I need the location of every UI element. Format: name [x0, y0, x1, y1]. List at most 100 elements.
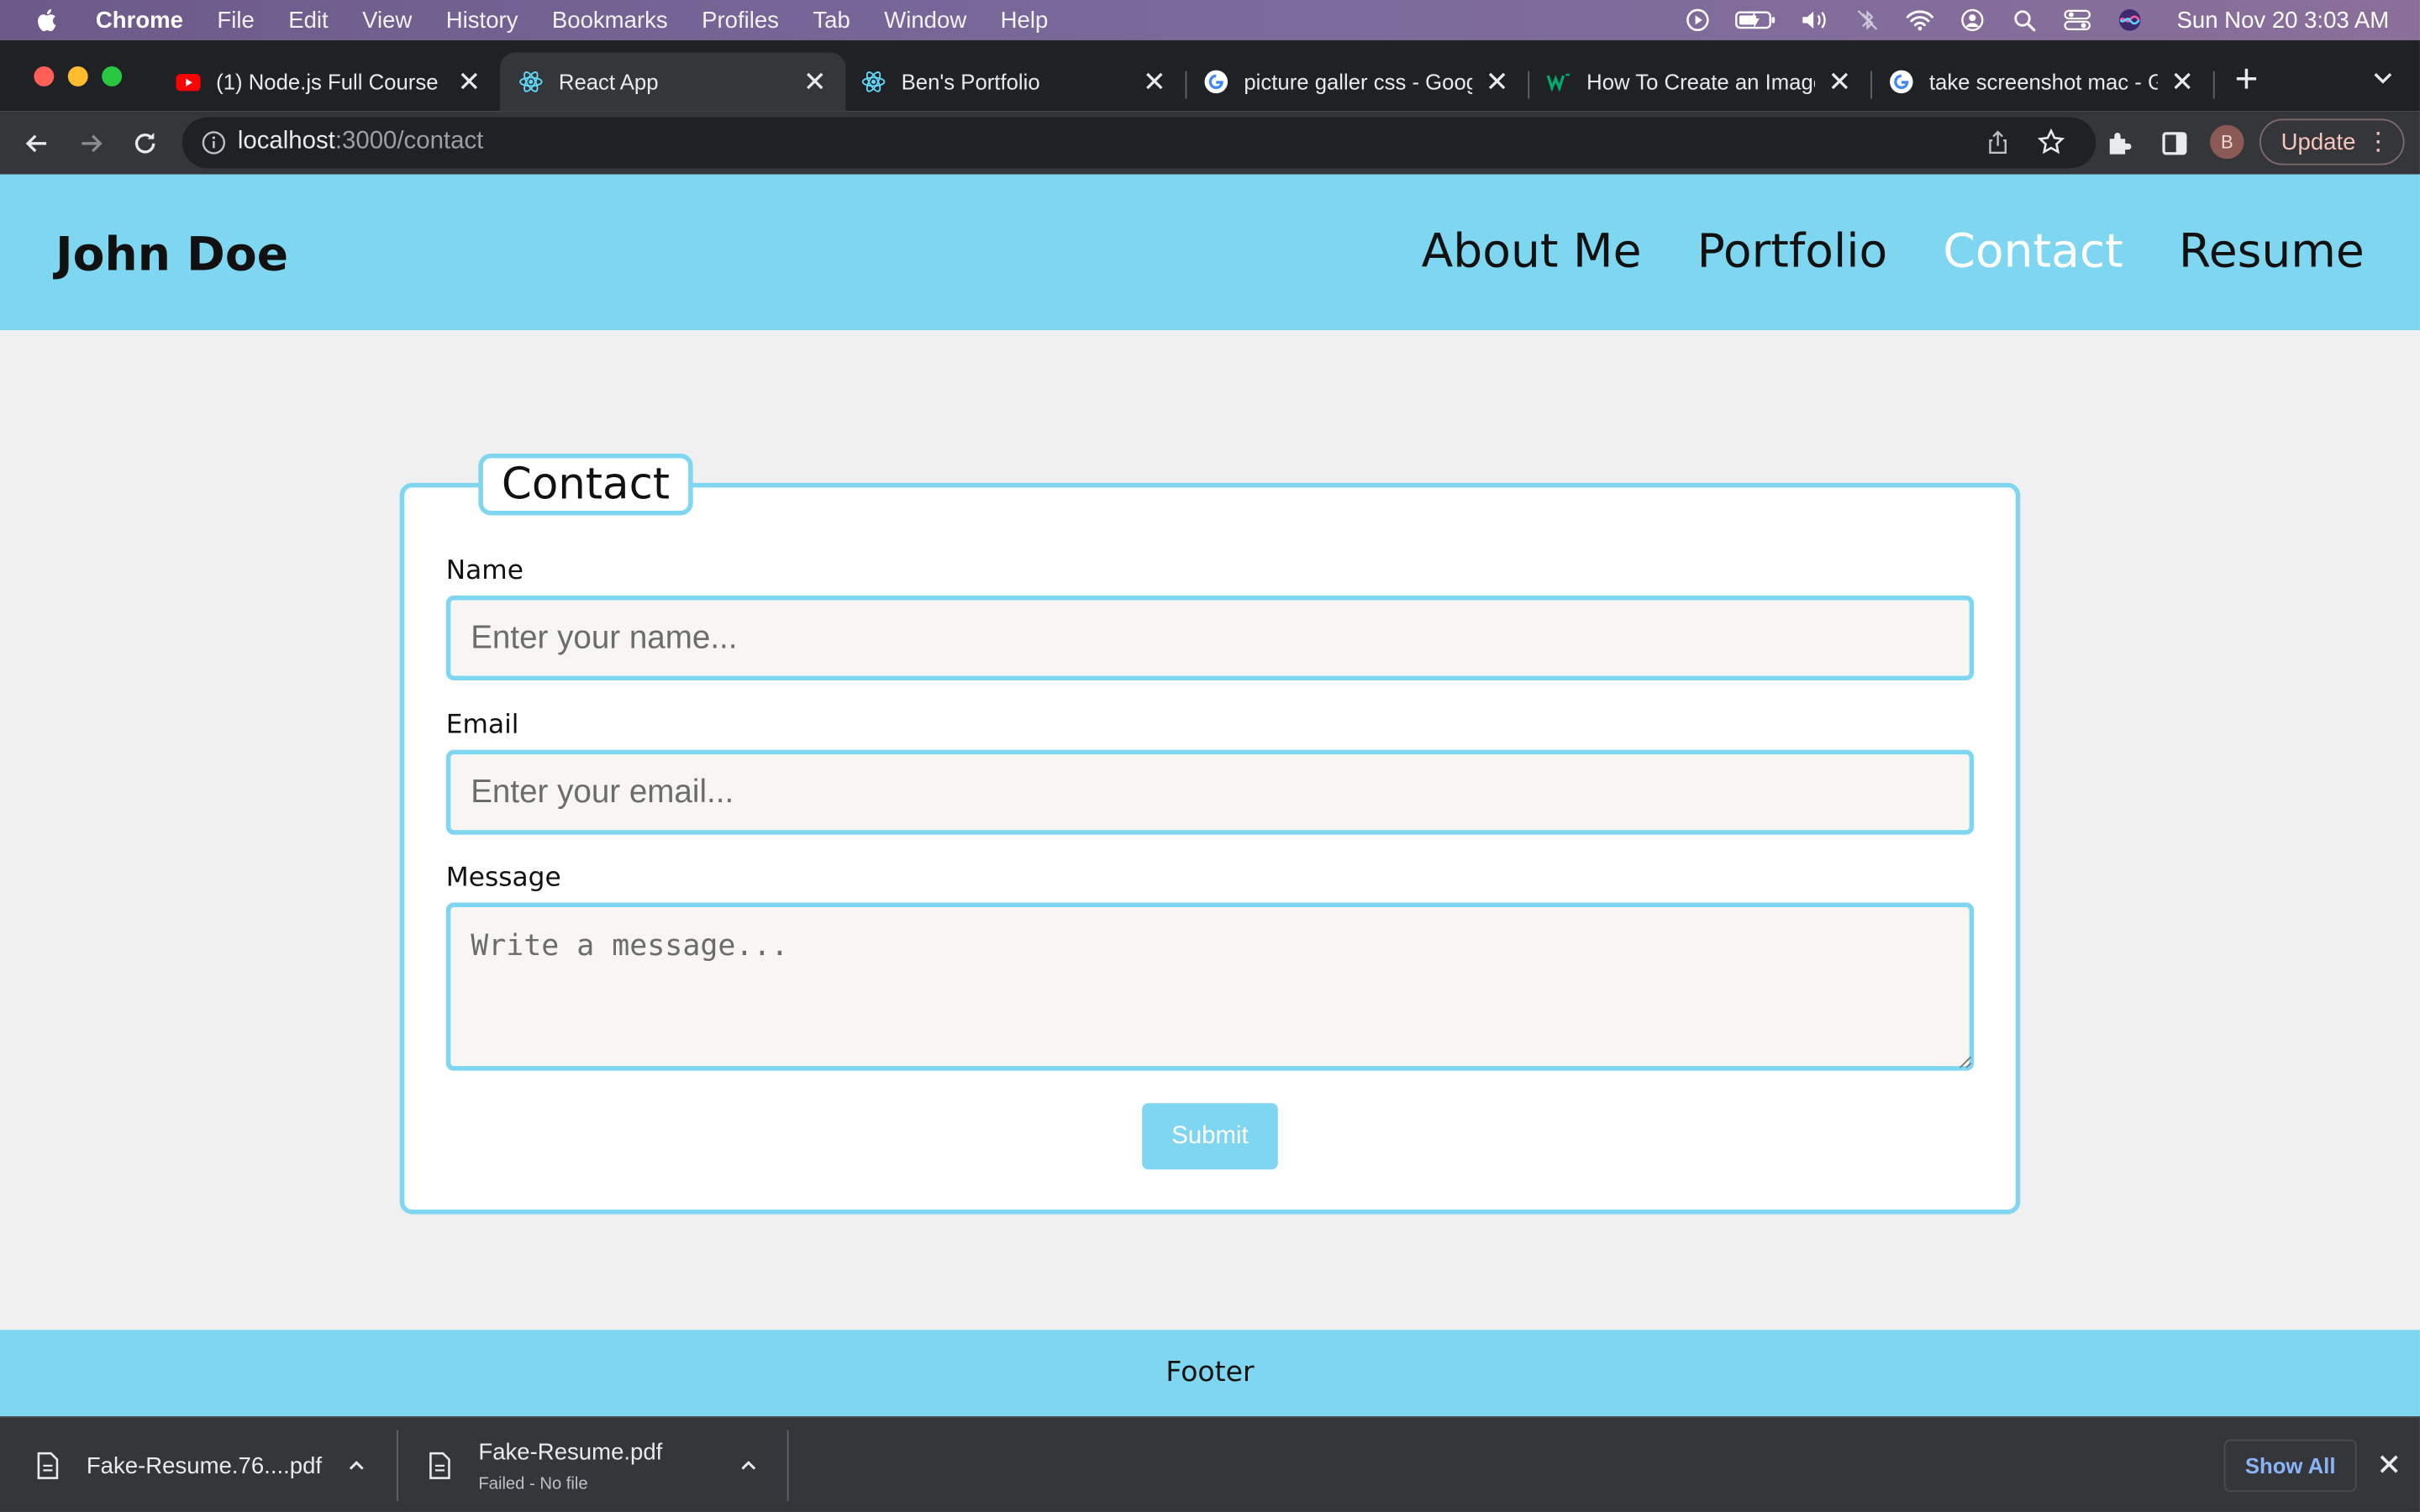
- react-icon: [861, 71, 886, 92]
- site-info-icon[interactable]: [201, 129, 227, 155]
- menubar-edit[interactable]: Edit: [288, 7, 328, 33]
- siri-icon[interactable]: [2115, 8, 2146, 32]
- nav-contact[interactable]: Contact: [1943, 225, 2123, 279]
- nav-resume[interactable]: Resume: [2179, 225, 2365, 279]
- url-host: localhost: [237, 128, 335, 155]
- close-icon[interactable]: [2377, 1452, 2402, 1476]
- tab-title: React App: [558, 69, 659, 95]
- menubar-help[interactable]: Help: [1001, 7, 1049, 33]
- site-header: John Doe About Me Portfolio Contact Resu…: [0, 174, 2420, 331]
- tab-title: (1) Node.js Full Course fo: [216, 69, 445, 95]
- extensions-puzzle-icon[interactable]: [2105, 128, 2136, 159]
- tab-create-image-gallery[interactable]: How To Create an Image ✕: [1528, 52, 1870, 111]
- update-chrome-button[interactable]: Update ⋮: [2259, 118, 2405, 165]
- tab-bens-portfolio[interactable]: Ben's Portfolio ✕: [843, 52, 1186, 111]
- site-footer: Footer: [0, 1330, 2420, 1417]
- menubar-tab[interactable]: Tab: [813, 7, 850, 33]
- download-item[interactable]: Fake-Resume.pdf Failed - No file: [429, 1418, 778, 1512]
- download-separator: [397, 1430, 398, 1502]
- email-input[interactable]: [445, 749, 1975, 835]
- menubar-history[interactable]: History: [446, 7, 518, 33]
- window-controls: [34, 66, 123, 87]
- apple-icon[interactable]: [34, 6, 61, 34]
- address-bar[interactable]: localhost:3000/contact: [182, 117, 2096, 169]
- menubar-window[interactable]: Window: [884, 7, 966, 33]
- nav-portfolio[interactable]: Portfolio: [1697, 225, 1888, 279]
- browser-toolbar: localhost:3000/contact B Update ⋮: [0, 111, 2420, 175]
- bluetooth-off-icon[interactable]: [1853, 8, 1884, 32]
- control-center-icon[interactable]: [2063, 8, 2094, 32]
- tab-title: picture galler css - Goog: [1244, 69, 1473, 95]
- menubar-profiles[interactable]: Profiles: [702, 7, 779, 33]
- w3schools-icon: [1546, 73, 1570, 92]
- tab-take-screenshot-search[interactable]: take screenshot mac - G ✕: [1870, 52, 2213, 111]
- fullscreen-window-button[interactable]: [102, 66, 123, 87]
- email-label: Email: [445, 709, 519, 741]
- url-text[interactable]: localhost:3000/contact: [238, 128, 483, 155]
- wifi-icon[interactable]: [1905, 8, 1936, 32]
- site-nav: About Me Portfolio Contact Resume: [1422, 225, 2365, 279]
- menubar-bookmarks[interactable]: Bookmarks: [552, 7, 668, 33]
- tab-react-app[interactable]: React App ✕: [500, 52, 846, 112]
- resize-grip-icon[interactable]: [1957, 1053, 1972, 1068]
- download-item[interactable]: Fake-Resume.76....pdf: [37, 1418, 386, 1512]
- profile-avatar[interactable]: B: [2210, 124, 2244, 160]
- new-tab-plus-icon[interactable]: +: [2235, 59, 2259, 99]
- download-separator: [786, 1430, 789, 1502]
- youtube-icon: [176, 74, 201, 92]
- battery-icon[interactable]: [1735, 8, 1778, 32]
- tab-separator: [2212, 71, 2215, 99]
- close-window-button[interactable]: [34, 66, 55, 87]
- more-menu-icon[interactable]: ⋮: [2366, 127, 2391, 158]
- file-icon: [37, 1452, 59, 1479]
- forward-arrow-icon[interactable]: [76, 128, 107, 159]
- close-tab-icon[interactable]: ✕: [2170, 66, 2194, 98]
- share-icon[interactable]: [1985, 129, 2011, 155]
- chevron-up-icon[interactable]: [345, 1455, 367, 1477]
- menubar-app-name[interactable]: Chrome: [96, 7, 183, 33]
- google-icon: [1204, 70, 1228, 94]
- download-shelf: Fake-Resume.76....pdf Fake-Resume.pdf Fa…: [0, 1416, 2420, 1512]
- close-tab-icon[interactable]: ✕: [457, 66, 481, 98]
- message-textarea[interactable]: [445, 902, 1975, 1071]
- menubar-view[interactable]: View: [362, 7, 412, 33]
- close-tab-icon[interactable]: ✕: [1142, 66, 1166, 98]
- url-path: :3000/contact: [334, 128, 484, 155]
- name-input[interactable]: [445, 595, 1975, 680]
- side-panel-icon[interactable]: [2160, 128, 2191, 159]
- menubar-status-area: Sun Nov 20 3:03 AM: [1683, 7, 2389, 33]
- close-tab-icon[interactable]: ✕: [1828, 66, 1852, 98]
- contact-form: Contact Name Email Message Submit: [399, 453, 2021, 1215]
- play-circle-icon[interactable]: [1683, 8, 1714, 32]
- tab-title: take screenshot mac - G: [1928, 69, 2158, 95]
- browser-tab-strip: (1) Node.js Full Course fo ✕ React App ✕…: [0, 39, 2420, 112]
- download-text: Fake-Resume.pdf Failed - No file: [478, 1439, 662, 1493]
- back-arrow-icon[interactable]: [22, 128, 53, 159]
- menubar-file[interactable]: File: [217, 7, 254, 33]
- update-label: Update: [2281, 129, 2356, 155]
- nav-about-me[interactable]: About Me: [1422, 225, 1642, 279]
- spotlight-search-icon[interactable]: [2010, 8, 2041, 32]
- tab-title: How To Create an Image: [1586, 69, 1815, 95]
- reload-icon[interactable]: [129, 128, 160, 159]
- close-tab-icon[interactable]: ✕: [802, 66, 827, 98]
- menubar-clock[interactable]: Sun Nov 20 3:03 AM: [2176, 7, 2389, 33]
- name-label: Name: [445, 555, 523, 586]
- tab-picture-gallery-search[interactable]: picture galler css - Goog ✕: [1186, 52, 1528, 111]
- message-label: Message: [445, 862, 561, 894]
- chevron-up-icon[interactable]: [738, 1455, 760, 1477]
- tab-title: Ben's Portfolio: [901, 69, 1040, 95]
- volume-icon[interactable]: [1800, 8, 1831, 32]
- close-tab-icon[interactable]: ✕: [1485, 66, 1509, 98]
- show-all-downloads-button[interactable]: Show All: [2223, 1439, 2357, 1493]
- contact-form-legend: Contact: [478, 453, 693, 516]
- site-brand[interactable]: John Doe: [55, 228, 288, 282]
- tab-nodejs-course[interactable]: (1) Node.js Full Course fo ✕: [157, 52, 500, 111]
- user-circle-icon[interactable]: [1958, 8, 1989, 32]
- bookmark-star-icon[interactable]: [2037, 128, 2065, 155]
- tab-search-chevron-icon[interactable]: [2370, 65, 2395, 89]
- google-icon: [1890, 70, 1913, 94]
- minimize-window-button[interactable]: [67, 66, 88, 87]
- download-status: Failed - No file: [478, 1473, 588, 1494]
- submit-button[interactable]: Submit: [1142, 1103, 1278, 1170]
